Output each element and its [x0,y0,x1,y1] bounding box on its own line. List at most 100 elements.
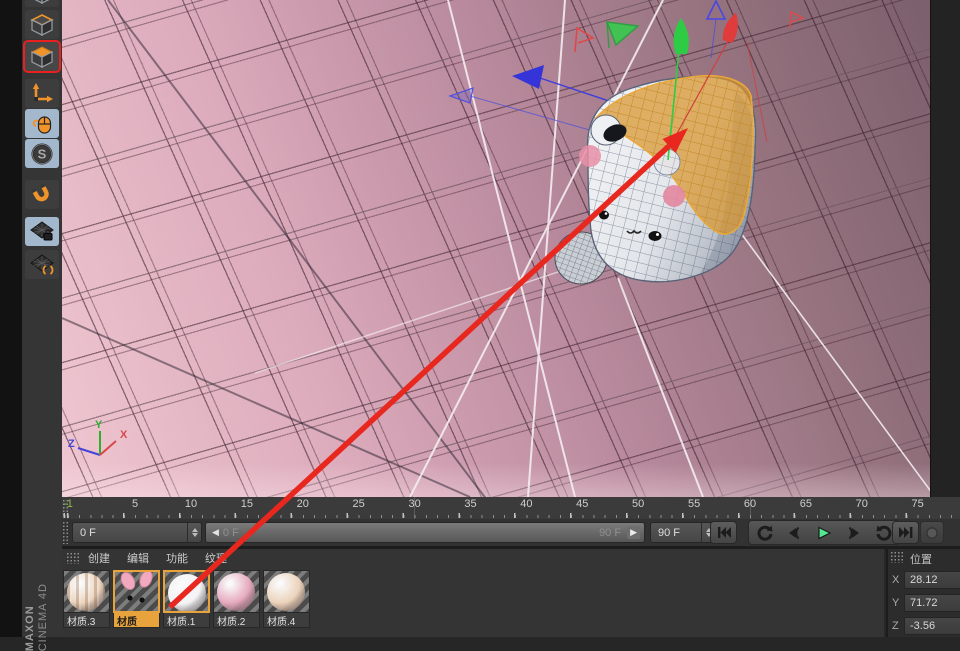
material-label[interactable]: 材质.2 [213,613,260,628]
coord-row-y: Y 71.72 [892,594,960,612]
ruler-number: 60 [744,498,756,510]
playback-button-group [748,520,900,545]
loop-rewind-icon [756,525,773,541]
jump-to-start-button[interactable] [710,521,737,544]
material-swatch[interactable]: 材质.4 [263,570,310,628]
coord-y-field[interactable]: 71.72 [904,594,960,612]
material-manager-panel: 创建 编辑 功能 纹理 材质.3 [62,549,884,637]
right-panel-gap [930,0,960,497]
ruler-number: 50 [632,498,644,510]
enable-axis-button[interactable] [25,79,59,108]
menu-function[interactable]: 功能 [166,550,188,566]
polygon-cube-icon [29,45,55,69]
magnet-icon [30,183,54,207]
material-label[interactable]: 材质.3 [63,613,110,628]
material-panel-handle[interactable] [66,552,80,564]
green-flag-icon [607,22,638,45]
viewport-overlay: Z Y X [62,0,930,497]
step-down-icon[interactable] [192,533,198,537]
current-frame-stepper[interactable] [187,523,201,542]
play-next-key-button[interactable] [840,522,868,543]
current-frame-value[interactable]: 0 F [73,527,187,539]
coord-y-label: Y [892,597,900,609]
record-keyframe-button[interactable] [920,521,944,544]
step-up-icon[interactable] [192,528,198,532]
magnet-snap-button[interactable] [25,180,59,209]
workplane-icon [29,253,55,277]
snap-settings-button[interactable]: S [25,139,59,168]
material-thumbnail[interactable] [263,570,310,613]
range-row-drag-handle[interactable] [62,521,69,544]
timeline-ruler[interactable]: -1 5 10 15 20 25 30 35 40 45 50 55 60 65… [62,497,960,520]
viewport-3d[interactable]: Z Y X [62,0,930,498]
material-thumbnail[interactable] [163,570,210,613]
material-thumbnail[interactable] [113,570,160,613]
menu-create[interactable]: 创建 [88,550,110,566]
material-sphere-preview [67,573,105,611]
menu-texture[interactable]: 纹理 [205,550,227,566]
coordinates-panel-handle[interactable] [890,551,904,563]
range-left-arrow-icon[interactable]: ◀ [206,527,223,538]
material-thumbnail[interactable] [213,570,260,613]
play-icon [816,526,832,540]
play-backward-button[interactable] [780,522,808,543]
ruler-number: 25 [353,498,365,510]
material-label[interactable]: 材质.1 [163,613,210,628]
make-editable-cube-icon[interactable] [25,0,59,7]
polygon-mode-button[interactable] [25,42,59,71]
eye-right [649,231,662,241]
material-swatch[interactable]: 材质.1 [163,570,210,628]
z-axis-arrow [512,65,544,89]
viewport-solo-button[interactable] [25,109,59,138]
material-swatch[interactable]: 材质 [113,570,160,628]
coord-row-x: X 28.12 [892,571,960,589]
coordinates-panel: 位置 X 28.12 Y 71.72 Z -3.56 [886,549,960,637]
current-frame-spinner[interactable]: 0 F [72,522,202,543]
cheek-right [663,185,685,207]
cheek-left [579,145,601,167]
material-sphere-preview [168,574,206,612]
play-forward-button[interactable] [810,522,838,543]
coord-x-field[interactable]: 28.12 [904,571,960,589]
ruler-number: 70 [856,498,868,510]
end-frame-value[interactable]: 90 F [651,527,701,539]
range-right-arrow-icon[interactable]: ▶ [627,526,640,539]
dark-grid-accents [62,0,487,497]
ruler-number: -1 [63,498,73,510]
material-swatch[interactable]: 材质.3 [63,570,110,628]
axis-z-label: Z [68,438,75,450]
lock-workplane-button[interactable] [25,217,59,246]
ruler-number: 30 [408,498,420,510]
workplane-mode-button[interactable] [25,250,59,279]
material-list: 材质.3 材质 [63,570,310,628]
material-thumbnail[interactable] [63,570,110,613]
s-badge-icon: S [30,142,54,166]
next-key-icon [846,526,862,540]
jump-to-end-button[interactable] [892,521,919,544]
play-backward-icon [786,526,802,540]
x-axis-arrow[interactable] [721,11,742,43]
axis-l-icon [30,82,54,106]
cube-character-model[interactable] [555,76,755,284]
coord-z-field[interactable]: -3.56 [904,617,960,635]
material-label[interactable]: 材质 [113,613,160,628]
red-flag-icon [575,28,593,52]
material-label[interactable]: 材质.4 [263,613,310,628]
mouse-icon [30,112,54,136]
menu-edit[interactable]: 编辑 [127,550,149,566]
coord-z-label: Z [892,620,900,632]
svg-text:S: S [38,146,47,161]
y-axis-arrow[interactable] [674,18,689,54]
preview-range-slider[interactable]: ◀ 0 F 90 F ▶ [205,522,645,543]
material-swatch[interactable]: 材质.2 [213,570,260,628]
cube-icon [29,0,55,5]
ruler-number: 10 [185,498,197,510]
model-mode-button[interactable] [25,10,59,39]
end-frame-spinner[interactable]: 90 F [650,522,716,543]
material-alpha-preview [115,572,160,613]
loop-rewind-button[interactable] [750,522,778,543]
red-mini-flag-icon [790,12,803,28]
ruler-number: 20 [297,498,309,510]
jump-to-end-icon [898,526,914,539]
axis-y-label: Y [95,419,103,431]
